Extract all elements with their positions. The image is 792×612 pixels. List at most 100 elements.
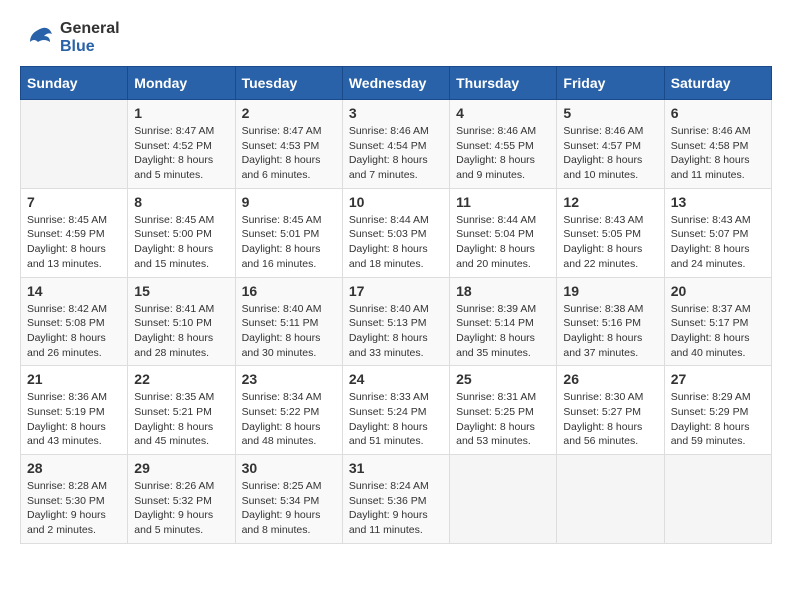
- calendar-cell: 17 Sunrise: 8:40 AMSunset: 5:13 PMDayligh…: [342, 277, 449, 366]
- day-info: Sunrise: 8:40 AMSunset: 5:11 PMDaylight:…: [242, 302, 336, 361]
- day-number: 12: [563, 194, 657, 210]
- day-number: 5: [563, 105, 657, 121]
- day-info: Sunrise: 8:34 AMSunset: 5:22 PMDaylight:…: [242, 390, 336, 449]
- calendar-cell: 27 Sunrise: 8:29 AMSunset: 5:29 PMDayligh…: [664, 366, 771, 455]
- day-number: 10: [349, 194, 443, 210]
- calendar-cell: [21, 100, 128, 189]
- day-info: Sunrise: 8:35 AMSunset: 5:21 PMDaylight:…: [134, 390, 228, 449]
- day-number: 28: [27, 460, 121, 476]
- calendar-cell: 1Sunrise: 8:47 AMSunset: 4:52 PMDaylight…: [128, 100, 235, 189]
- day-number: 4: [456, 105, 550, 121]
- day-number: 21: [27, 371, 121, 387]
- day-number: 24: [349, 371, 443, 387]
- calendar-cell: 25Sunrise: 8:31 AMSunset: 5:25 PMDayligh…: [450, 366, 557, 455]
- day-number: 20: [671, 283, 765, 299]
- week-row-3: 14 Sunrise: 8:42 AMSunset: 5:08 PMDayligh…: [21, 277, 772, 366]
- day-info: Sunrise: 8:30 AMSunset: 5:27 PMDaylight:…: [563, 390, 657, 449]
- day-number: 3: [349, 105, 443, 121]
- calendar-cell: 5 Sunrise: 8:46 AMSunset: 4:57 PMDaylight…: [557, 100, 664, 189]
- calendar-cell: 29 Sunrise: 8:26 AMSunset: 5:32 PMDayligh…: [128, 455, 235, 544]
- day-info: Sunrise: 8:39 AMSunset: 5:14 PMDaylight:…: [456, 302, 550, 361]
- calendar-cell: 19 Sunrise: 8:38 AMSunset: 5:16 PMDayligh…: [557, 277, 664, 366]
- day-number: 30: [242, 460, 336, 476]
- calendar-cell: 14 Sunrise: 8:42 AMSunset: 5:08 PMDayligh…: [21, 277, 128, 366]
- day-info: Sunrise: 8:44 AMSunset: 5:04 PMDaylight:…: [456, 213, 550, 272]
- calendar-cell: 7Sunrise: 8:45 AMSunset: 4:59 PMDaylight…: [21, 188, 128, 277]
- calendar-cell: 26 Sunrise: 8:30 AMSunset: 5:27 PMDayligh…: [557, 366, 664, 455]
- calendar-cell: 31 Sunrise: 8:24 AMSunset: 5:36 PMDayligh…: [342, 455, 449, 544]
- page-header: General Blue: [20, 20, 772, 56]
- calendar-cell: 24 Sunrise: 8:33 AMSunset: 5:24 PMDayligh…: [342, 366, 449, 455]
- day-number: 16: [242, 283, 336, 299]
- day-number: 6: [671, 105, 765, 121]
- weekday-header-tuesday: Tuesday: [235, 67, 342, 100]
- day-number: 13: [671, 194, 765, 210]
- day-number: 9: [242, 194, 336, 210]
- calendar-cell: 11 Sunrise: 8:44 AMSunset: 5:04 PMDayligh…: [450, 188, 557, 277]
- day-info: Sunrise: 8:46 AMSunset: 4:58 PMDaylight:…: [671, 124, 765, 183]
- day-number: 14: [27, 283, 121, 299]
- day-info: Sunrise: 8:45 AMSunset: 5:01 PMDaylight:…: [242, 213, 336, 272]
- day-number: 8: [134, 194, 228, 210]
- day-info: Sunrise: 8:45 AMSunset: 4:59 PMDaylight:…: [27, 213, 121, 272]
- calendar-cell: [557, 455, 664, 544]
- calendar-cell: 10Sunrise: 8:44 AMSunset: 5:03 PMDayligh…: [342, 188, 449, 277]
- day-info: Sunrise: 8:47 AMSunset: 4:52 PMDaylight:…: [134, 124, 228, 183]
- calendar-cell: 6 Sunrise: 8:46 AMSunset: 4:58 PMDaylight…: [664, 100, 771, 189]
- calendar-cell: 13 Sunrise: 8:43 AMSunset: 5:07 PMDayligh…: [664, 188, 771, 277]
- week-row-2: 7Sunrise: 8:45 AMSunset: 4:59 PMDaylight…: [21, 188, 772, 277]
- day-number: 25: [456, 371, 550, 387]
- week-row-5: 28 Sunrise: 8:28 AMSunset: 5:30 PMDayligh…: [21, 455, 772, 544]
- calendar-cell: 21 Sunrise: 8:36 AMSunset: 5:19 PMDayligh…: [21, 366, 128, 455]
- day-number: 31: [349, 460, 443, 476]
- day-info: Sunrise: 8:25 AMSunset: 5:34 PMDaylight:…: [242, 479, 336, 538]
- day-number: 26: [563, 371, 657, 387]
- day-info: Sunrise: 8:43 AMSunset: 5:05 PMDaylight:…: [563, 213, 657, 272]
- logo-text-general: General: [60, 20, 120, 37]
- day-number: 17: [349, 283, 443, 299]
- day-number: 11: [456, 194, 550, 210]
- calendar-cell: 9 Sunrise: 8:45 AMSunset: 5:01 PMDaylight…: [235, 188, 342, 277]
- day-number: 27: [671, 371, 765, 387]
- calendar-cell: [664, 455, 771, 544]
- week-row-4: 21 Sunrise: 8:36 AMSunset: 5:19 PMDayligh…: [21, 366, 772, 455]
- day-number: 18: [456, 283, 550, 299]
- calendar-cell: 20 Sunrise: 8:37 AMSunset: 5:17 PMDayligh…: [664, 277, 771, 366]
- day-info: Sunrise: 8:28 AMSunset: 5:30 PMDaylight:…: [27, 479, 121, 538]
- calendar-cell: 23Sunrise: 8:34 AMSunset: 5:22 PMDayligh…: [235, 366, 342, 455]
- day-info: Sunrise: 8:38 AMSunset: 5:16 PMDaylight:…: [563, 302, 657, 361]
- calendar-cell: 2 Sunrise: 8:47 AMSunset: 4:53 PMDaylight…: [235, 100, 342, 189]
- day-number: 29: [134, 460, 228, 476]
- calendar-cell: 16 Sunrise: 8:40 AMSunset: 5:11 PMDayligh…: [235, 277, 342, 366]
- weekday-header-friday: Friday: [557, 67, 664, 100]
- calendar-cell: 8Sunrise: 8:45 AMSunset: 5:00 PMDaylight…: [128, 188, 235, 277]
- day-info: Sunrise: 8:46 AMSunset: 4:55 PMDaylight:…: [456, 124, 550, 183]
- day-info: Sunrise: 8:26 AMSunset: 5:32 PMDaylight:…: [134, 479, 228, 538]
- day-number: 15: [134, 283, 228, 299]
- day-info: Sunrise: 8:42 AMSunset: 5:08 PMDaylight:…: [27, 302, 121, 361]
- day-info: Sunrise: 8:36 AMSunset: 5:19 PMDaylight:…: [27, 390, 121, 449]
- weekday-header-sunday: Sunday: [21, 67, 128, 100]
- day-info: Sunrise: 8:40 AMSunset: 5:13 PMDaylight:…: [349, 302, 443, 361]
- calendar-cell: 15Sunrise: 8:41 AMSunset: 5:10 PMDayligh…: [128, 277, 235, 366]
- calendar-cell: 12 Sunrise: 8:43 AMSunset: 5:05 PMDayligh…: [557, 188, 664, 277]
- day-info: Sunrise: 8:29 AMSunset: 5:29 PMDaylight:…: [671, 390, 765, 449]
- weekday-header-monday: Monday: [128, 67, 235, 100]
- day-number: 19: [563, 283, 657, 299]
- day-number: 2: [242, 105, 336, 121]
- day-info: Sunrise: 8:33 AMSunset: 5:24 PMDaylight:…: [349, 390, 443, 449]
- calendar-cell: [450, 455, 557, 544]
- day-info: Sunrise: 8:43 AMSunset: 5:07 PMDaylight:…: [671, 213, 765, 272]
- calendar-cell: 3Sunrise: 8:46 AMSunset: 4:54 PMDaylight…: [342, 100, 449, 189]
- logo: General Blue: [20, 20, 120, 56]
- day-info: Sunrise: 8:47 AMSunset: 4:53 PMDaylight:…: [242, 124, 336, 183]
- day-info: Sunrise: 8:46 AMSunset: 4:57 PMDaylight:…: [563, 124, 657, 183]
- weekday-header-row: SundayMondayTuesdayWednesdayThursdayFrid…: [21, 67, 772, 100]
- day-info: Sunrise: 8:24 AMSunset: 5:36 PMDaylight:…: [349, 479, 443, 538]
- weekday-header-wednesday: Wednesday: [342, 67, 449, 100]
- logo-bird-icon: [20, 20, 56, 56]
- day-info: Sunrise: 8:37 AMSunset: 5:17 PMDaylight:…: [671, 302, 765, 361]
- calendar-table: SundayMondayTuesdayWednesdayThursdayFrid…: [20, 66, 772, 544]
- weekday-header-thursday: Thursday: [450, 67, 557, 100]
- calendar-cell: 4 Sunrise: 8:46 AMSunset: 4:55 PMDaylight…: [450, 100, 557, 189]
